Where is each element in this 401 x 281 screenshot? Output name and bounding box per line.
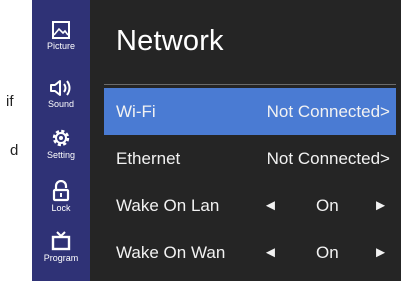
menu-row-wake-on-lan[interactable]: Wake On Lan ◄ On ►: [104, 182, 396, 229]
row-label: Wi-Fi: [116, 102, 156, 121]
row-label: Ethernet: [116, 149, 181, 168]
row-label: Wake On Lan: [116, 196, 220, 215]
title-divider: [104, 84, 396, 85]
menu-row-wifi[interactable]: Wi-Fi Not Connected>: [104, 88, 396, 135]
page-title: Network: [116, 25, 224, 57]
sidebar-item-label: Lock: [51, 203, 71, 213]
tv-icon: [51, 231, 71, 251]
row-value: Not Connected>: [266, 102, 390, 121]
speaker-icon: [50, 80, 71, 96]
lock-icon: [52, 180, 70, 202]
left-arrow-icon[interactable]: ◄: [263, 197, 278, 214]
left-arrow-icon[interactable]: ◄: [263, 244, 278, 261]
gear-icon: [52, 129, 70, 147]
right-arrow-icon[interactable]: ►: [373, 244, 388, 261]
sidebar-item-picture[interactable]: Picture: [32, 20, 90, 66]
row-value: Not Connected>: [266, 149, 390, 168]
sidebar-item-lock[interactable]: Lock: [32, 180, 90, 226]
background-text-fragment: if: [6, 93, 14, 110]
sidebar-item-label: Sound: [47, 99, 75, 109]
row-value: On: [316, 196, 339, 215]
sidebar-item-label: Program: [43, 253, 79, 263]
picture-icon: [52, 21, 70, 39]
menu-row-ethernet[interactable]: Ethernet Not Connected>: [104, 135, 396, 182]
sidebar-item-label: Picture: [46, 41, 75, 51]
sidebar-item-setting[interactable]: Setting: [32, 127, 90, 173]
menu-row-wake-on-wan[interactable]: Wake On Wan ◄ On ►: [104, 229, 396, 276]
sidebar: Picture Sound Setting Lock Program: [32, 0, 90, 281]
network-menu: Network Wi-Fi Not Connected> Ethernet No…: [100, 0, 396, 281]
right-arrow-icon[interactable]: ►: [373, 197, 388, 214]
sidebar-item-sound[interactable]: Sound: [32, 78, 90, 124]
sidebar-item-program[interactable]: Program: [32, 230, 90, 276]
background-text-fragment: d: [10, 142, 19, 159]
row-value: On: [316, 243, 339, 262]
sidebar-item-label: Setting: [46, 150, 76, 160]
row-label: Wake On Wan: [116, 243, 226, 262]
